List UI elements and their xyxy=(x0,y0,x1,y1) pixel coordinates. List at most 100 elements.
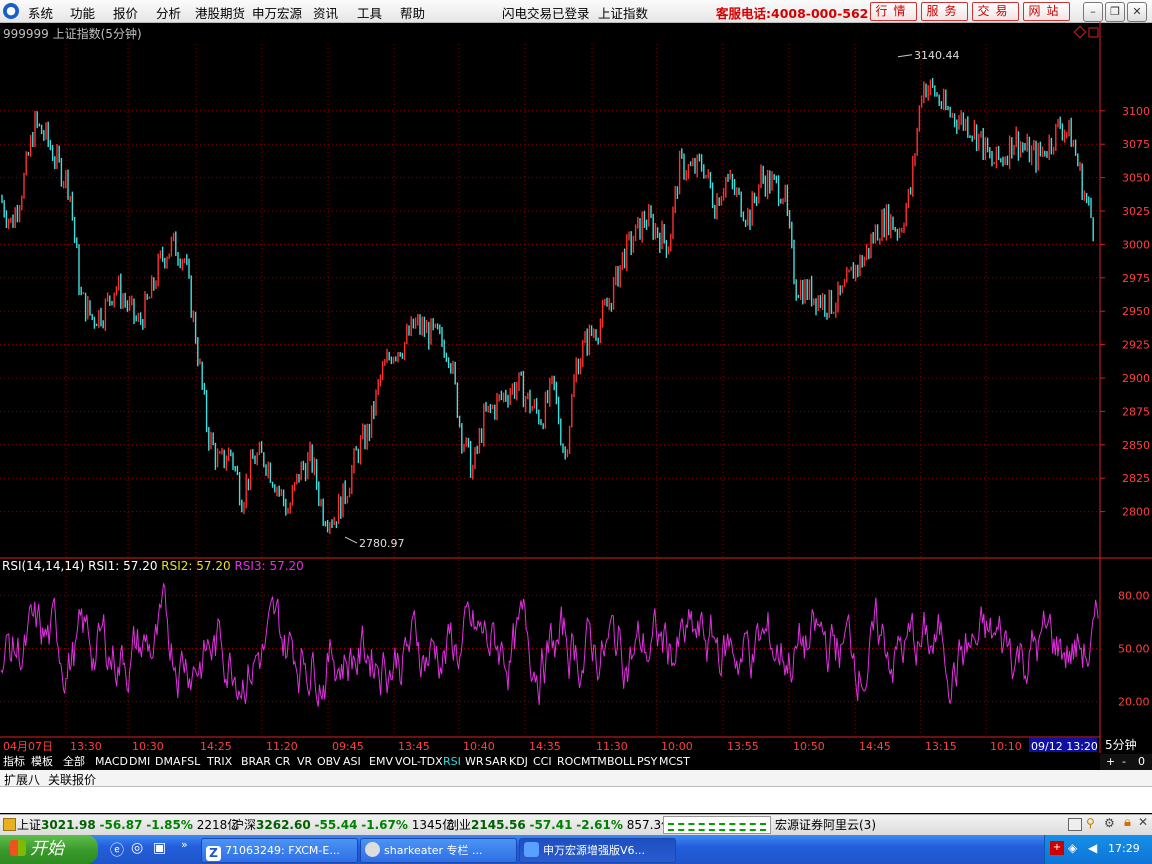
settings-icon[interactable]: ⚙ xyxy=(1104,816,1115,830)
clock: 17:29 xyxy=(1108,842,1140,855)
indicator-tab-kdj[interactable]: KDJ xyxy=(507,754,530,769)
indicator-tab-dmi[interactable]: DMI xyxy=(127,754,152,769)
zoom-out-button[interactable]: - xyxy=(1122,754,1126,769)
rsi-tick-label: 80.00 xyxy=(1118,589,1150,602)
task-shenwan[interactable]: 申万宏源增强版V6... xyxy=(519,838,676,863)
price-tick-label: 2875 xyxy=(1122,405,1150,418)
website-button[interactable]: 网站 xyxy=(1023,2,1070,21)
indicator-tab-fsl[interactable]: FSL xyxy=(179,754,202,769)
tray-network-icon[interactable]: ◈ xyxy=(1068,841,1077,855)
diamond-icon xyxy=(1073,25,1087,39)
indicator-tab-mcst[interactable]: MCST xyxy=(657,754,692,769)
price-tick-label: 3050 xyxy=(1122,172,1150,185)
close-icon[interactable]: ✕ xyxy=(1127,2,1147,22)
cy-index-status[interactable]: 创业2145.56 -57.41 -2.61% 857.3亿 xyxy=(447,816,673,833)
menu-news[interactable]: 资讯 xyxy=(313,3,338,22)
market-breadth-bars xyxy=(663,816,771,834)
chart-info: 999999 上证指数(5分钟) xyxy=(3,27,142,41)
price-tick-label: 2900 xyxy=(1122,372,1150,385)
menu-hk-futures[interactable]: 港股期货 xyxy=(195,3,245,22)
time-label: 13:15 xyxy=(925,740,957,753)
indicator-tab-2[interactable]: 全部 xyxy=(61,754,87,769)
hs-index-status[interactable]: 沪深3262.60 -55.44 -1.67% 1345亿 xyxy=(232,816,454,833)
indicator-tab-macd[interactable]: MACD xyxy=(93,754,130,769)
windows-logo-icon xyxy=(10,840,26,856)
menu-quote[interactable]: 报价 xyxy=(113,3,138,22)
signal-icon[interactable]: ⚲ xyxy=(1086,816,1095,830)
browser-icon xyxy=(365,842,380,857)
indicator-tab-psy[interactable]: PSY xyxy=(635,754,659,769)
high-label: 3140.44 xyxy=(914,49,960,62)
indicator-tab-rsi[interactable]: RSI xyxy=(441,754,463,769)
menu-function[interactable]: 功能 xyxy=(70,3,95,22)
zoom-in-button[interactable]: + xyxy=(1106,754,1115,769)
app-quicklaunch-icon[interactable]: ▣ xyxy=(153,840,166,856)
task-fxcm[interactable]: Z 71063249: FXCM-E... xyxy=(201,838,358,863)
indicator-tab-asi[interactable]: ASI xyxy=(341,754,363,769)
trade-button[interactable]: 交易 xyxy=(972,2,1019,21)
broker-server[interactable]: 宏源证券阿里云(3) xyxy=(775,816,876,833)
period-label[interactable]: 5分钟 xyxy=(1105,736,1137,753)
time-label: 10:40 xyxy=(463,740,495,753)
time-label: 09:45 xyxy=(332,740,364,753)
indicator-tab-0[interactable]: 指标 xyxy=(1,754,27,769)
time-label: 14:45 xyxy=(859,740,891,753)
indicator-tab-vol-tdx[interactable]: VOL-TDX xyxy=(393,754,445,769)
menu-tools[interactable]: 工具 xyxy=(357,3,382,22)
indicator-tab-vr[interactable]: VR xyxy=(295,754,314,769)
indicator-tab-sar[interactable]: SAR xyxy=(483,754,509,769)
indicator-tab-cci[interactable]: CCI xyxy=(531,754,554,769)
indicator-tab-trix[interactable]: TRIX xyxy=(205,754,234,769)
time-label: 11:30 xyxy=(596,740,628,753)
rsi-line xyxy=(0,582,1099,707)
price-tick-label: 2975 xyxy=(1122,272,1150,285)
menu-analysis[interactable]: 分析 xyxy=(156,3,181,22)
window-icon[interactable] xyxy=(1068,818,1082,831)
hotline-text: 客服电话:4008-000-562 xyxy=(716,6,869,21)
lock-icon[interactable]: 🔒︎ xyxy=(1124,815,1131,830)
indicator-tab-1[interactable]: 模板 xyxy=(29,754,55,769)
ie-icon[interactable]: ⓔ xyxy=(110,840,124,860)
tray-app-icon[interactable]: + xyxy=(1050,841,1064,855)
indicator-tab-cr[interactable]: CR xyxy=(273,754,292,769)
price-tick-label: 2850 xyxy=(1122,439,1150,452)
rsi-series xyxy=(0,582,1099,707)
sh-index-status[interactable]: 上证3021.98 -56.87 -1.85% 2218亿 xyxy=(17,816,239,833)
indicator-tab-boll[interactable]: BOLL xyxy=(605,754,637,769)
price-chart[interactable]: 3100 3075 3050 3025 3000 2975 2950 2925 2900 2875… xyxy=(0,22,1152,754)
reset-button[interactable]: 0 xyxy=(1138,754,1145,769)
tray-volume-icon[interactable]: ◀ xyxy=(1088,841,1097,855)
start-button[interactable]: 开始 xyxy=(0,835,98,864)
ext-tab-eight[interactable]: 扩展八 xyxy=(4,771,40,788)
service-button[interactable]: 服务 xyxy=(921,2,968,21)
indicator-tab-brar[interactable]: BRAR xyxy=(239,754,273,769)
time-label: 13:45 xyxy=(398,740,430,753)
rsi2-value: RSI2: 57.20 xyxy=(161,559,231,573)
quicklaunch-expand-icon[interactable]: » xyxy=(181,838,188,851)
indicator-tab-emv[interactable]: EMV xyxy=(367,754,395,769)
status-icon xyxy=(3,818,16,831)
price-tick-label: 2800 xyxy=(1122,506,1150,519)
restore-icon[interactable]: ❐ xyxy=(1105,2,1125,22)
ext-tab-related-quote[interactable]: 关联报价 xyxy=(48,771,96,788)
menu-system[interactable]: 系统 xyxy=(28,3,53,22)
price-series xyxy=(1,78,1094,535)
market-button[interactable]: 行情 xyxy=(870,2,917,21)
media-icon[interactable]: ◎ xyxy=(131,840,143,856)
time-label: 14:25 xyxy=(200,740,232,753)
menu-help[interactable]: 帮助 xyxy=(400,3,425,22)
app-logo-icon[interactable]: ● xyxy=(3,3,19,19)
minimize-icon[interactable]: – xyxy=(1083,2,1103,22)
task-browser[interactable]: sharkeater 专栏 ... xyxy=(360,838,517,863)
maximize-panel-icon xyxy=(1088,27,1099,38)
fxcm-icon: Z xyxy=(206,846,221,861)
close-panel-icon[interactable]: ✕ xyxy=(1138,815,1148,829)
time-label: 13:30 xyxy=(70,740,102,753)
price-tick-label: 2925 xyxy=(1122,339,1150,352)
time-label: 10:10 xyxy=(990,740,1022,753)
rsi-legend: RSI(14,14,14) RSI1: 57.20 RSI2: 57.20 RS… xyxy=(2,559,304,573)
high-marker xyxy=(897,54,913,58)
menu-shenwan[interactable]: 申万宏源 xyxy=(252,3,302,22)
indicator-tab-obv[interactable]: OBV xyxy=(315,754,342,769)
low-marker xyxy=(344,536,358,544)
